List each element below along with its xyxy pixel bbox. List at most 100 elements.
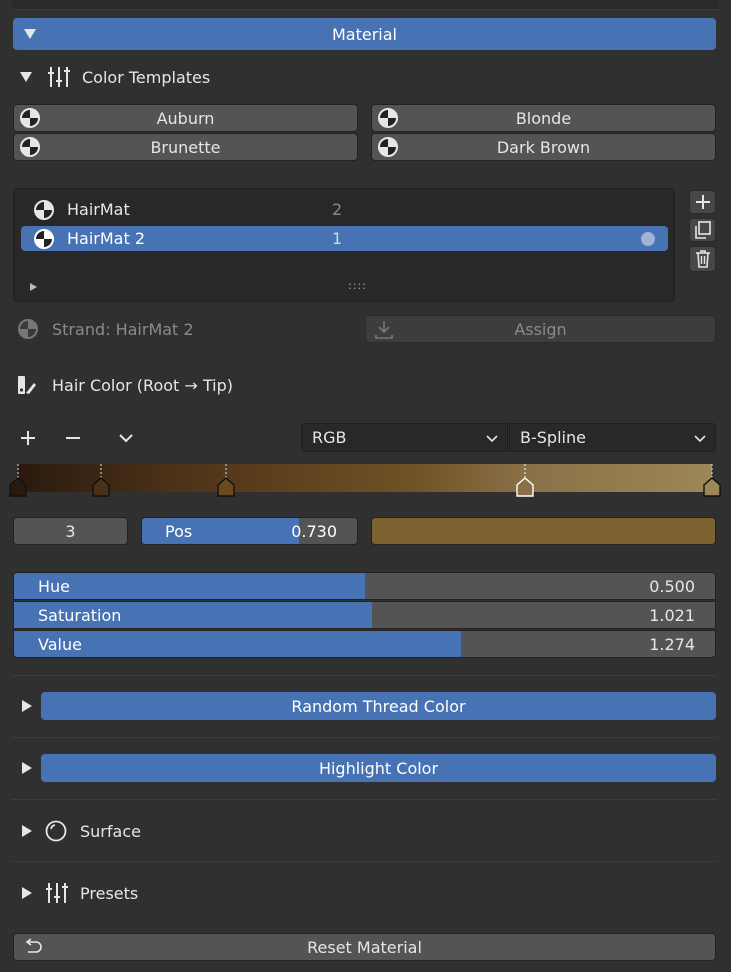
hue-label: Hue — [38, 576, 71, 596]
resize-grip[interactable]: :::: — [348, 279, 367, 292]
template-label: Brunette — [150, 137, 221, 157]
color-templates-title: Color Templates — [82, 67, 211, 87]
value-value: 1.274 — [649, 634, 695, 654]
chevron-down-icon — [486, 434, 498, 442]
material-sphere-icon — [378, 137, 398, 157]
strand-label: Strand: HairMat 2 — [52, 319, 194, 339]
value-slider[interactable]: Value 1.274 — [13, 630, 716, 658]
fake-user-dot[interactable] — [641, 232, 655, 246]
top-panel-edge — [12, 0, 719, 10]
trash-icon — [695, 250, 710, 268]
color-stop-4[interactable] — [702, 464, 722, 500]
presets-panel-header[interactable]: Presets — [22, 880, 322, 906]
material-sphere-icon — [20, 137, 40, 157]
expand-icon — [22, 825, 32, 837]
material-panel-header[interactable]: Material — [13, 18, 716, 50]
random-thread-color-toggle[interactable]: Random Thread Color — [41, 692, 716, 720]
remove-stop-button[interactable] — [62, 427, 84, 449]
presets-label: Presets — [80, 883, 139, 903]
template-label: Dark Brown — [496, 137, 591, 157]
plus-icon — [695, 195, 710, 209]
add-slot-button[interactable] — [689, 190, 716, 214]
delete-slot-button[interactable] — [689, 246, 716, 272]
expand-icon[interactable] — [22, 700, 32, 712]
saturation-slider[interactable]: Saturation 1.021 — [13, 601, 716, 629]
color-swatch-icon — [18, 376, 36, 394]
ramp-options-button[interactable] — [115, 427, 137, 449]
interpolation-value: B-Spline — [520, 428, 586, 447]
random-thread-label: Random Thread Color — [291, 696, 466, 716]
strand-indicator: Strand: HairMat 2 — [17, 317, 347, 341]
chevron-down-icon — [119, 434, 133, 443]
template-label: Auburn — [156, 108, 215, 128]
undo-icon — [25, 938, 42, 953]
color-templates-header[interactable]: Color Templates — [20, 64, 320, 90]
template-auburn-button[interactable]: Auburn — [13, 104, 358, 132]
hue-slider[interactable]: Hue 0.500 — [13, 572, 716, 600]
material-name: HairMat — [67, 200, 130, 219]
sliders-icon — [48, 67, 70, 87]
template-label: Blonde — [515, 108, 572, 128]
saturation-value: 1.021 — [649, 605, 695, 625]
list-item[interactable]: HairMat 2 — [21, 197, 668, 222]
material-users-count: 2 — [332, 200, 343, 219]
material-name: HairMat 2 — [67, 229, 146, 248]
saturation-label: Saturation — [38, 605, 122, 625]
hue-value: 0.500 — [649, 576, 695, 596]
divider — [12, 675, 717, 676]
expand-icon — [22, 887, 32, 899]
color-ramp-stops[interactable] — [9, 464, 721, 500]
assign-label: Assign — [514, 319, 567, 339]
list-item-selected[interactable]: HairMat 2 1 — [21, 226, 668, 251]
material-users-count: 1 — [332, 229, 343, 248]
highlight-label: Highlight Color — [318, 758, 439, 778]
highlight-color-toggle[interactable]: Highlight Color — [41, 754, 716, 782]
sliders-icon — [46, 883, 68, 903]
material-sphere-icon — [34, 199, 54, 220]
color-stop-0[interactable] — [8, 464, 28, 500]
copy-icon — [694, 221, 711, 239]
divider — [12, 861, 717, 862]
plus-icon — [21, 431, 35, 445]
copy-slot-button[interactable] — [689, 218, 716, 242]
color-mode-select[interactable]: RGB — [301, 423, 508, 452]
material-sphere-icon — [378, 108, 398, 128]
color-mode-value: RGB — [312, 428, 347, 447]
color-stop-3[interactable] — [515, 464, 535, 500]
color-stop-2[interactable] — [216, 464, 236, 500]
collapse-icon — [24, 29, 36, 39]
hair-color-header: Hair Color (Root → Tip) — [16, 372, 416, 398]
pos-label: Pos — [165, 521, 193, 541]
material-header-label: Material — [332, 24, 397, 44]
value-label: Value — [38, 634, 82, 654]
template-dark-brown-button[interactable]: Dark Brown — [371, 133, 716, 161]
reset-material-button[interactable]: Reset Material — [13, 933, 716, 961]
divider — [12, 799, 717, 800]
expand-filter-icon[interactable] — [30, 283, 37, 291]
surface-label: Surface — [80, 821, 141, 841]
material-sphere-icon — [18, 319, 38, 339]
color-stop-1[interactable] — [91, 464, 111, 500]
hair-color-title: Hair Color (Root → Tip) — [52, 375, 233, 395]
template-brunette-button[interactable]: Brunette — [13, 133, 358, 161]
material-sphere-icon — [20, 108, 40, 128]
pos-value: 0.730 — [291, 521, 337, 541]
material-slot-list[interactable]: HairMat 2 HairMat 2 1 :::: — [13, 188, 675, 302]
divider — [12, 737, 717, 738]
active-stop-index: 3 — [65, 521, 76, 541]
add-stop-button[interactable] — [17, 427, 39, 449]
active-stop-index-field[interactable]: 3 — [13, 517, 128, 545]
expand-icon[interactable] — [22, 762, 32, 774]
assign-button[interactable]: Assign — [365, 315, 716, 343]
reset-label: Reset Material — [307, 937, 422, 957]
download-icon — [375, 321, 393, 339]
collapse-icon — [20, 72, 32, 82]
material-sphere-icon — [34, 228, 54, 249]
template-blonde-button[interactable]: Blonde — [371, 104, 716, 132]
sphere-icon — [45, 820, 67, 842]
surface-panel-header[interactable]: Surface — [22, 818, 322, 844]
interpolation-select[interactable]: B-Spline — [509, 423, 716, 452]
minus-icon — [66, 437, 80, 439]
stop-color-swatch[interactable] — [371, 517, 716, 545]
stop-position-slider[interactable]: Pos 0.730 — [141, 517, 358, 545]
